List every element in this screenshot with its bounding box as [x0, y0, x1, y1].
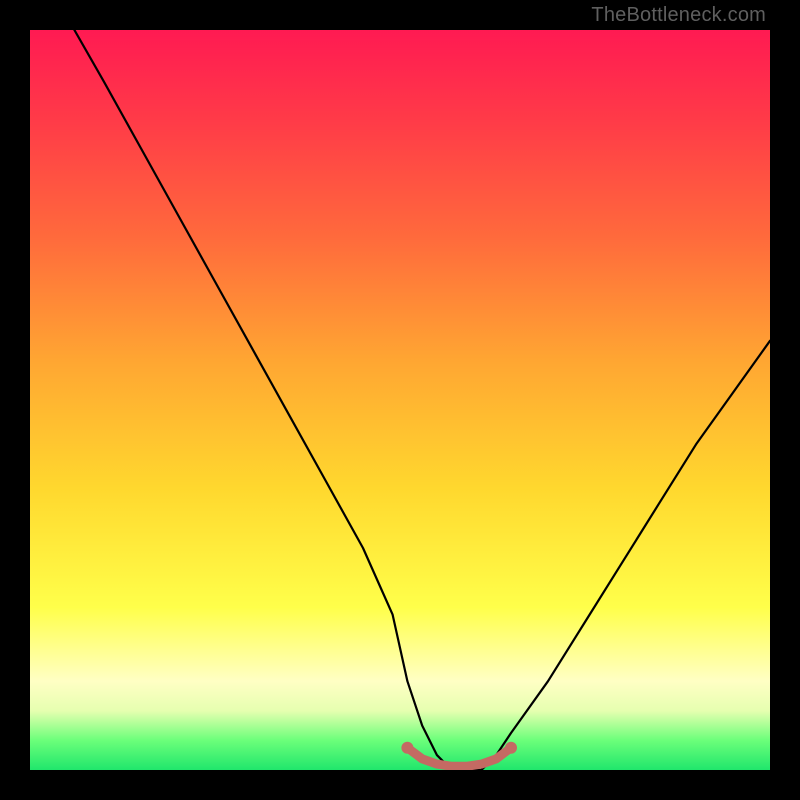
flat-zone-marker: [407, 748, 511, 767]
flat-zone-endpoint: [505, 742, 517, 754]
watermark-text: TheBottleneck.com: [591, 4, 766, 27]
chart-svg: [30, 30, 770, 770]
flat-zone-endpoint: [401, 742, 413, 754]
chart-frame: [30, 30, 770, 770]
bottleneck-curve: [74, 30, 770, 770]
